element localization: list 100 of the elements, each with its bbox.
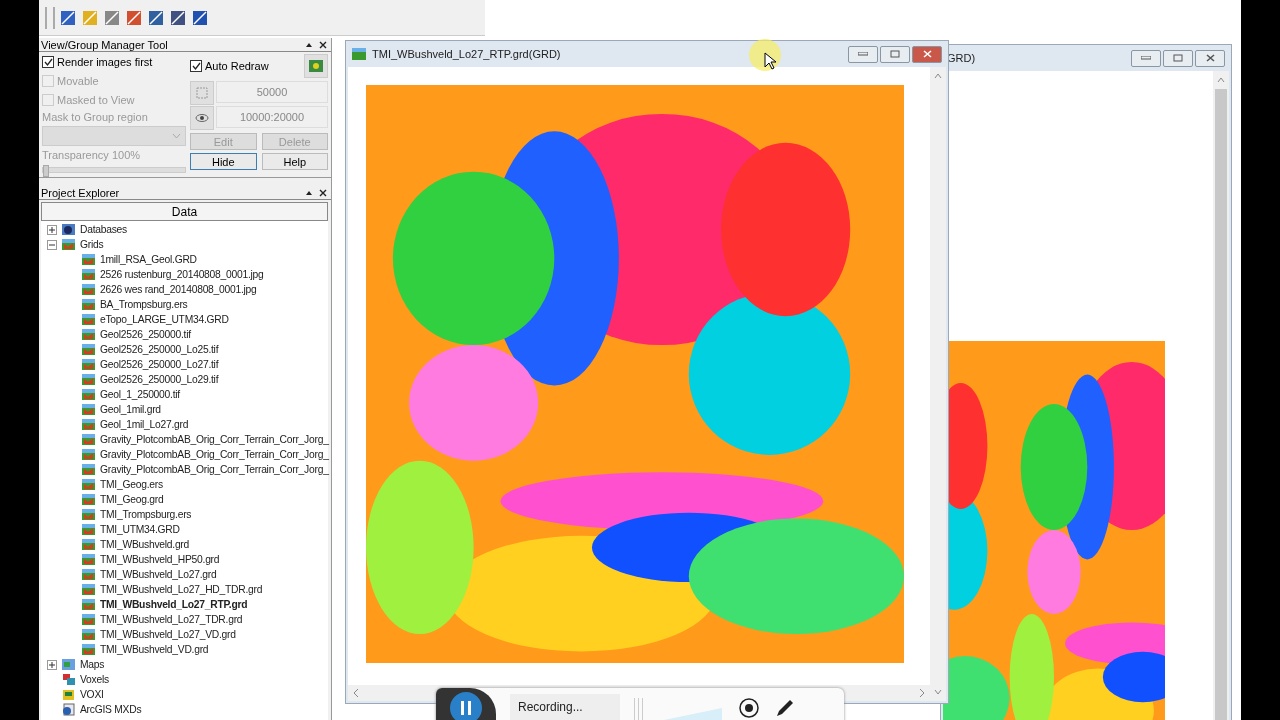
scroll-left-icon[interactable] (352, 688, 360, 698)
tree-item[interactable]: TMI_UTM34.GRD (100, 524, 180, 535)
tree-item[interactable]: Voxels (80, 674, 109, 685)
tree-item[interactable]: Maps (80, 659, 105, 670)
tree-item[interactable]: TMI_WBushveld_Lo27_HD_TDR.grd (100, 584, 263, 595)
tree-item[interactable]: TMI_WBushveld.grd (100, 539, 190, 550)
panel-button[interactable]: Help (261, 153, 328, 170)
tree-item[interactable]: TMI_Geog.grd (100, 494, 164, 505)
tree-item[interactable]: Gravity_PlotcombAB_Orig_Corr_Terrain_Corr_Jorg_ (100, 464, 329, 475)
checkbox-label: Render images first (57, 56, 153, 68)
toolbar-tool-icon[interactable] (191, 8, 209, 27)
tree-item[interactable]: Geol2526_250000.tif (100, 329, 191, 340)
grid-image-icon (81, 358, 96, 371)
tree-item[interactable]: Geol_1mil_Lo27.grd (100, 419, 189, 430)
document-globe-icon (61, 703, 76, 716)
tree-item[interactable]: Gravity_PlotcombAB_Orig_Corr_Terrain_Corr_Jorg_ (100, 449, 329, 460)
audio-level-icon (634, 696, 724, 720)
grid-image-icon (81, 523, 96, 536)
grid-image-icon (81, 613, 96, 626)
grid-image-icon (81, 283, 96, 296)
expand-toggle[interactable] (47, 659, 57, 670)
column-header[interactable]: Data (41, 202, 328, 221)
grid-image-icon (61, 238, 76, 251)
redraw-icon[interactable] (304, 54, 328, 78)
panel-button[interactable]: Hide (190, 153, 257, 170)
tree-item[interactable]: TMI_WBushveld_VD.grd (100, 644, 209, 655)
grid-image-icon (81, 493, 96, 506)
minimize-button[interactable] (848, 45, 878, 63)
close-button[interactable] (1195, 49, 1225, 67)
tree-item[interactable]: TMI_WBushveld_Lo27_VD.grd (100, 629, 236, 640)
webcam-icon[interactable] (738, 697, 760, 719)
tree-item[interactable]: 1mill_RSA_Geol.GRD (100, 254, 197, 265)
tree-item[interactable]: Geol2526_250000_Lo29.tif (100, 374, 219, 385)
tree-item[interactable]: Geol2526_250000_Lo25.tif (100, 344, 219, 355)
toolbar-tool-icon[interactable] (103, 8, 121, 27)
toolbar-tool-icon[interactable] (59, 8, 77, 27)
grid-image-icon (81, 583, 96, 596)
close-icon[interactable] (319, 40, 327, 49)
grid-image-icon (81, 418, 96, 431)
tree-item[interactable]: VOXI (80, 689, 104, 700)
tree-item[interactable]: TMI_WBushveld_Lo27_TDR.grd (100, 614, 243, 625)
maximize-button[interactable] (880, 45, 910, 63)
close-icon[interactable] (319, 188, 327, 197)
scroll-right-icon[interactable] (918, 688, 926, 698)
vertical-scrollbar[interactable] (930, 67, 946, 701)
grid-window-icon (352, 48, 366, 60)
minimize-icon (858, 52, 868, 56)
checkbox[interactable] (190, 60, 202, 72)
close-button[interactable] (912, 45, 942, 63)
minimize-icon (1141, 56, 1151, 60)
checkbox[interactable] (42, 56, 54, 68)
scroll-up-icon[interactable] (1216, 75, 1226, 85)
grid-image-icon (81, 478, 96, 491)
field-label: Mask to Group region (42, 111, 149, 123)
scroll-down-icon[interactable] (933, 687, 943, 697)
close-icon (922, 50, 932, 58)
vertical-scrollbar[interactable] (1213, 71, 1229, 720)
tree-item[interactable]: 2626 wes rand_20140808_0001.jpg (100, 284, 257, 295)
tree-item[interactable]: TMI_Geog.ers (100, 479, 163, 490)
tree-item[interactable]: Geol2526_250000_Lo27.tif (100, 359, 219, 370)
tree-item[interactable]: Grids (80, 239, 104, 250)
plus-icon (49, 226, 55, 233)
panel-title: View/Group Manager Tool (41, 38, 168, 51)
maximize-button[interactable] (1163, 49, 1193, 67)
grid-image-icon (81, 388, 96, 401)
grid-image-icon (81, 538, 96, 551)
collapse-toggle[interactable] (47, 239, 57, 250)
grid-image-icon (81, 433, 96, 446)
expand-toggle[interactable] (47, 224, 57, 235)
tree-item[interactable]: BA_Trompsburg.ers (100, 299, 188, 310)
maximize-icon (1173, 54, 1183, 62)
recording-status: Recording... (510, 694, 620, 720)
minimize-button[interactable] (1131, 49, 1161, 67)
tree-item[interactable]: ArcGIS MXDs (80, 704, 142, 715)
tree-item[interactable]: TMI_WBushveld_Lo27_RTP.grd (100, 599, 248, 610)
tree-item[interactable]: TMI_WBushveld_Lo27.grd (100, 569, 217, 580)
tree-item[interactable]: eTopo_LARGE_UTM34.GRD (100, 314, 229, 325)
tree-item[interactable]: Databases (80, 224, 127, 235)
tree-item[interactable]: TMI_WBushveld_HP50.grd (100, 554, 220, 565)
toolbar-tool-icon[interactable] (169, 8, 187, 27)
minus-icon (49, 241, 55, 248)
toolbar-tool-icon[interactable] (147, 8, 165, 27)
tree-item[interactable]: Geol_1mil.grd (100, 404, 161, 415)
grid-image-icon (81, 373, 96, 386)
tree-item[interactable]: TMI_Trompsburg.ers (100, 509, 192, 520)
tree-item[interactable]: Geol_1_250000.tif (100, 389, 180, 400)
toolbar-grip[interactable] (45, 6, 55, 29)
tree-item[interactable]: 2526 rustenburg_20140808_0001.jpg (100, 269, 264, 280)
checkbox-label: Movable (57, 75, 99, 87)
tree-item[interactable]: Gravity_PlotcombAB_Orig_Corr_Terrain_Corr_Jorg_ (100, 434, 329, 445)
toolbar-tool-icon[interactable] (125, 8, 143, 27)
close-icon (1205, 54, 1215, 62)
panel-title: Project Explorer (41, 186, 120, 199)
eye-icon[interactable] (190, 106, 214, 130)
pen-icon[interactable] (774, 697, 796, 719)
grid-image-icon (81, 508, 96, 521)
slider-thumb[interactable] (43, 165, 49, 177)
grid-image-icon (81, 253, 96, 266)
scroll-up-icon[interactable] (933, 71, 943, 81)
pause-button[interactable] (449, 691, 483, 720)
